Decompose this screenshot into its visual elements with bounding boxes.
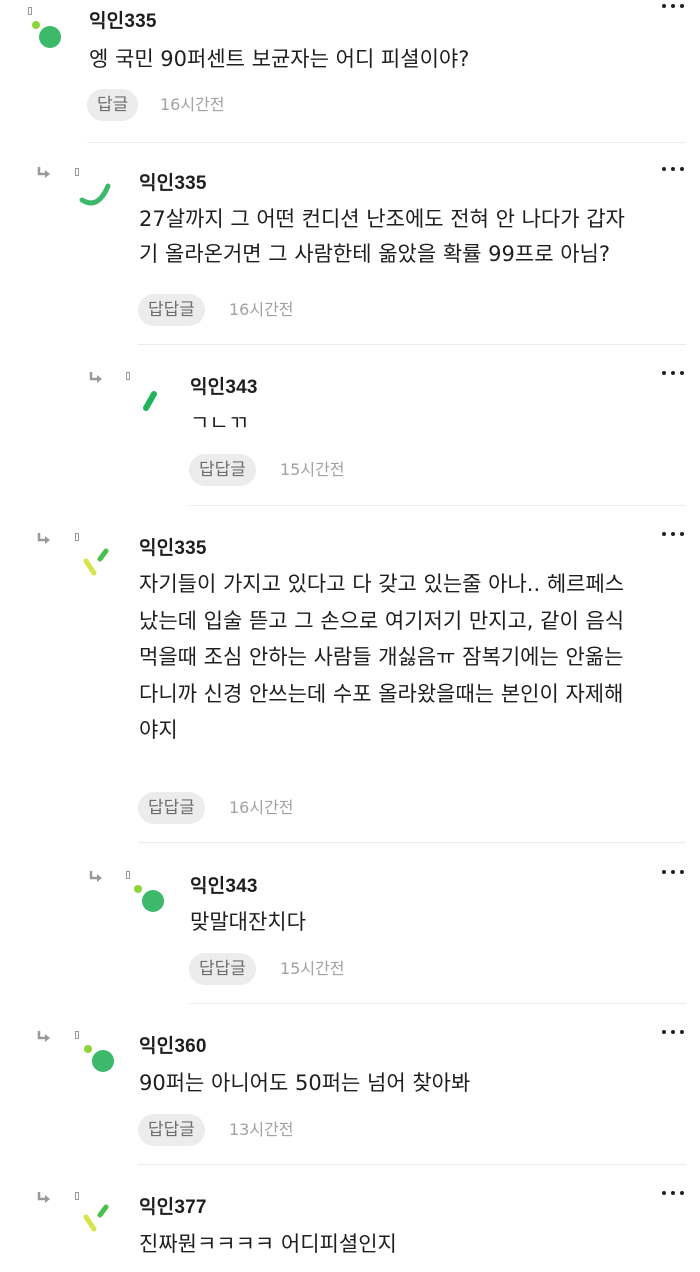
comment-author: 익인360 — [139, 1036, 207, 1057]
comment-time: 13시간전 — [229, 1120, 294, 1139]
reply-arrow-icon — [88, 870, 104, 884]
reply-button[interactable]: 답답글 — [138, 294, 205, 326]
green-arc-avatar — [78, 180, 122, 220]
more-dots-icon[interactable] — [660, 528, 690, 542]
more-dots-icon[interactable] — [660, 0, 690, 14]
comment-time: 15시간전 — [280, 460, 345, 479]
comment-author: 익인335 — [139, 538, 207, 559]
yellow-green-dash-avatar — [78, 1201, 122, 1241]
yellow-green-dash-avatar — [78, 545, 122, 585]
more-dots-icon[interactable] — [660, 163, 690, 177]
comment-text: 엥 국민 90퍼센트 보균자는 어디 피셜이야? — [89, 47, 470, 71]
comment-time: 16시간전 — [160, 95, 225, 114]
reply-button[interactable]: 답글 — [87, 89, 139, 121]
comment-text: 맞말대잔치다 — [190, 910, 306, 934]
comment-time: 16시간전 — [229, 300, 294, 319]
marker-icon — [126, 372, 130, 380]
divider — [87, 142, 686, 143]
green-dot-avatar — [78, 1038, 122, 1078]
comment-text: ㄱㄴㄲ — [190, 411, 248, 435]
comment-author: 익인335 — [139, 173, 207, 194]
more-dots-icon[interactable] — [660, 1026, 690, 1040]
comment-author: 익인335 — [89, 11, 157, 32]
comment-time: 16시간전 — [229, 798, 294, 817]
comment-author: 익인343 — [190, 377, 258, 398]
reply-arrow-icon — [36, 1030, 52, 1044]
marker-icon — [75, 1192, 79, 1200]
marker-icon — [75, 533, 79, 541]
reply-button[interactable]: 답답글 — [138, 792, 205, 824]
more-dots-icon[interactable] — [660, 866, 690, 880]
reply-arrow-icon — [88, 371, 104, 385]
green-dot-avatar — [26, 14, 70, 54]
comment-text: 27살까지 그 어떤 컨디션 난조에도 전혀 안 나다가 갑자 기 올라온거면 … — [139, 207, 625, 266]
comment-text: 90퍼는 아니어도 50퍼는 넘어 찾아봐 — [139, 1071, 471, 1095]
more-dots-icon[interactable] — [660, 1187, 690, 1201]
reply-button[interactable]: 답답글 — [138, 1114, 205, 1146]
reply-arrow-icon — [36, 166, 52, 180]
divider — [189, 505, 686, 506]
divider — [189, 1003, 686, 1004]
comment-text: 자기들이 가지고 있다고 다 갖고 있는줄 아나.. 헤르페스 났는데 입술 뜯… — [139, 572, 625, 742]
reply-button[interactable]: 답답글 — [189, 454, 256, 486]
green-dot-avatar — [128, 878, 172, 918]
comment-text: 진짜뭔ㅋㅋㅋㅋ 어디피셜인지 — [139, 1232, 397, 1256]
reply-arrow-icon — [36, 532, 52, 546]
more-dots-icon[interactable] — [660, 367, 690, 381]
marker-icon — [75, 168, 79, 176]
divider — [138, 1164, 686, 1165]
divider — [138, 842, 686, 843]
comment-author: 익인343 — [190, 876, 258, 897]
divider — [138, 344, 686, 345]
reply-arrow-icon — [36, 1191, 52, 1205]
green-dash-avatar — [132, 384, 176, 424]
reply-button[interactable]: 답답글 — [189, 953, 256, 985]
comment-author: 익인377 — [139, 1197, 207, 1218]
comment-time: 15시간전 — [280, 959, 345, 978]
